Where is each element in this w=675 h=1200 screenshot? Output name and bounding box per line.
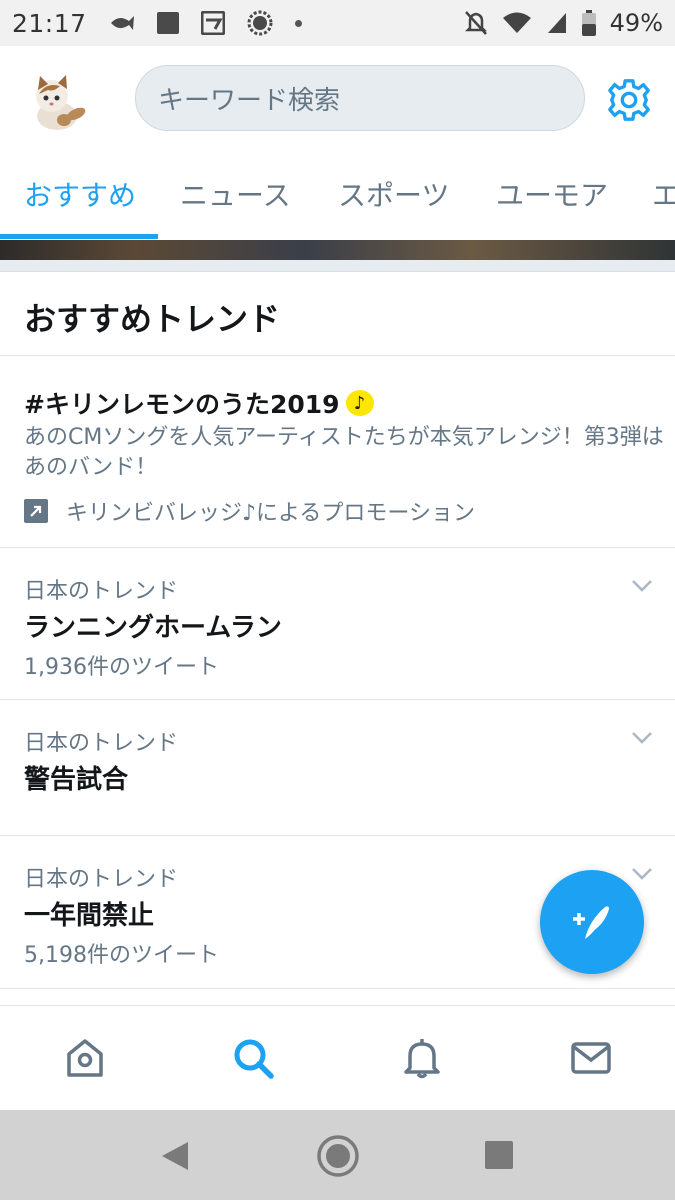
trend-tweet-count: 1,936件のツイート [24, 655, 219, 680]
gear-icon[interactable] [606, 77, 652, 123]
section-title: おすすめトレンド [24, 300, 281, 338]
tab-sports[interactable]: スポーツ [338, 174, 449, 214]
promoted-by-label: キリンビバレッジ♪によるプロモーション [66, 501, 475, 526]
trend-name: 警告試合 [24, 765, 129, 795]
chevron-down-icon[interactable] [631, 579, 653, 593]
music-note-icon: ♪ [345, 390, 374, 416]
tab-humor[interactable]: ユーモア [496, 174, 608, 214]
promoted-icon [24, 499, 48, 523]
active-tab-indicator [0, 234, 158, 239]
chevron-down-icon[interactable] [631, 867, 653, 881]
sun-icon [247, 10, 273, 36]
status-time: 21:17 [12, 8, 87, 38]
tab-news[interactable]: ニュース [180, 174, 291, 214]
wifi-icon [502, 12, 531, 33]
tab-recommended[interactable]: おすすめ [24, 174, 136, 214]
battery-percentage: 49% [609, 9, 663, 37]
promoted-by-row: キリンビバレッジ♪によるプロモーション [24, 495, 475, 527]
notifications-off-icon [464, 11, 487, 35]
app-square-icon [156, 12, 179, 34]
trend-context: 日本のトレンド [24, 867, 179, 892]
search-placeholder: キーワード検索 [158, 85, 341, 116]
avatar[interactable] [24, 68, 90, 134]
trend-tweet-count: 5,198件のツイート [24, 943, 219, 968]
compose-feather-icon [573, 906, 609, 939]
back-triangle-icon[interactable] [160, 1140, 190, 1172]
status-bar: 21:17 49% [0, 0, 675, 46]
trend-context: 日本のトレンド [24, 731, 179, 756]
promoted-trend[interactable]: #キリンレモンのうた2019 ♪ あのCMソングを人気アーティストたちが本気アレ… [0, 357, 675, 548]
fish-icon [110, 16, 134, 30]
promoted-trend-title: #キリンレモンのうた2019 [24, 390, 340, 419]
top-header: キーワード検索 [0, 46, 675, 154]
trend-name: ランニングホームラン [24, 613, 282, 643]
explore-tabs: おすすめ ニュース スポーツ ユーモア エ [0, 154, 675, 240]
home-circle-icon[interactable] [316, 1134, 360, 1178]
trend-item[interactable]: 日本のトレンド 警告試合 [0, 701, 675, 836]
home-icon[interactable] [63, 1036, 107, 1080]
trend-item[interactable]: 日本のトレンド ランニングホームラン 1,936件のツイート [0, 549, 675, 700]
inbox-icon [200, 11, 225, 35]
messages-envelope-icon[interactable] [569, 1036, 613, 1080]
divider [0, 260, 675, 272]
promoted-trend-description: あのCMソングを人気アーティストたちが本気アレンジ！第3弾はあのバンド！ [24, 425, 664, 480]
search-input[interactable]: キーワード検索 [135, 65, 585, 131]
bottom-navigation [0, 1005, 675, 1110]
notifications-bell-icon[interactable] [400, 1036, 444, 1080]
compose-tweet-button[interactable] [540, 870, 644, 974]
more-notifications-dot [294, 19, 302, 27]
battery-icon [581, 10, 596, 36]
signal-icon [547, 13, 566, 33]
system-navigation-bar [0, 1110, 675, 1200]
tab-entertainment[interactable]: エ [652, 174, 675, 214]
chevron-down-icon[interactable] [631, 731, 653, 745]
trend-name: 一年間禁止 [24, 901, 155, 931]
section-header: おすすめトレンド [0, 272, 675, 356]
search-icon[interactable] [231, 1036, 275, 1080]
recents-square-icon[interactable] [484, 1140, 514, 1170]
trend-context: 日本のトレンド [24, 579, 179, 604]
promoted-trend-title-row: #キリンレモンのうた2019 ♪ [24, 385, 374, 421]
header-banner-image[interactable] [0, 240, 675, 260]
